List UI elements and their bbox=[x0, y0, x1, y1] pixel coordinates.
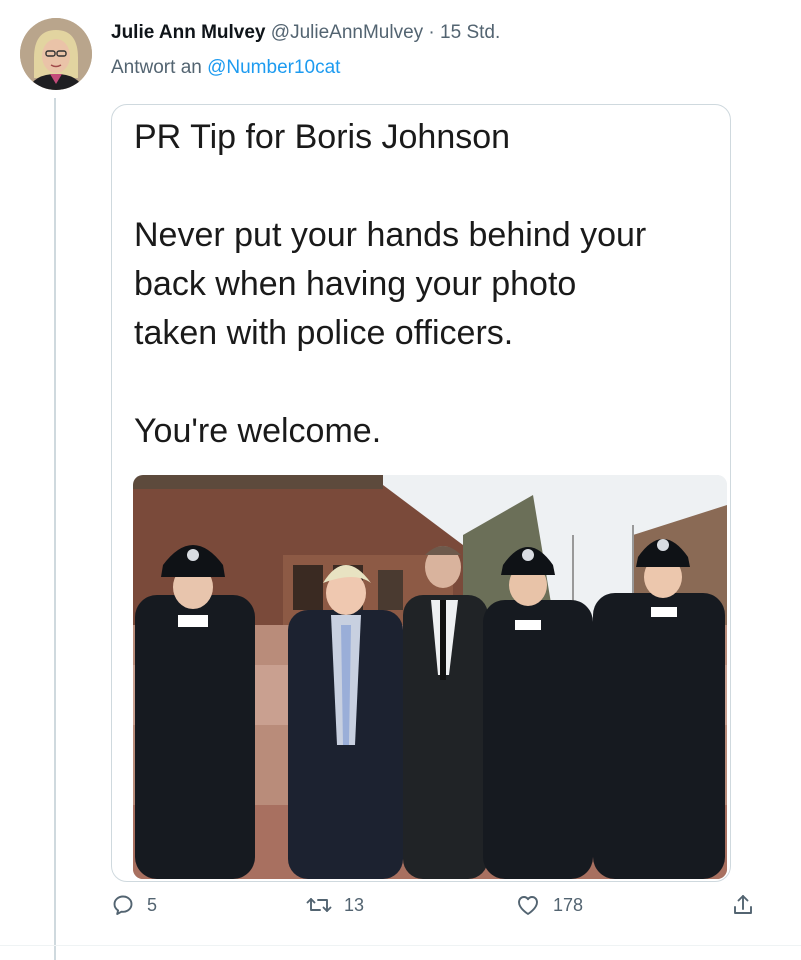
author-handle[interactable]: @JulieAnnMulvey bbox=[271, 22, 423, 43]
retweet-button[interactable]: 13 bbox=[306, 893, 364, 917]
meme-line: You're welcome. bbox=[134, 412, 382, 450]
heart-icon bbox=[518, 896, 538, 915]
meme-text: PR Tip for Boris Johnson Never put your … bbox=[134, 113, 724, 456]
meme-line-gap bbox=[134, 358, 724, 407]
tweet-media[interactable]: PR Tip for Boris Johnson Never put your … bbox=[111, 104, 731, 882]
share-button[interactable] bbox=[731, 893, 755, 917]
meme-line-gap bbox=[134, 162, 724, 211]
police-group-photo bbox=[133, 475, 727, 879]
reply-context: Antwort an @Number10cat bbox=[111, 57, 340, 79]
meme-line: Never put your hands behind your bbox=[134, 216, 647, 254]
meme-line: PR Tip for Boris Johnson bbox=[134, 118, 511, 156]
thread-line bbox=[54, 98, 56, 960]
meme-line: back when having your photo bbox=[134, 265, 577, 303]
divider bbox=[0, 945, 801, 946]
reply-button[interactable]: 5 bbox=[111, 893, 157, 917]
retweet-count: 13 bbox=[344, 894, 365, 915]
like-count: 178 bbox=[553, 894, 584, 915]
avatar[interactable] bbox=[20, 18, 92, 90]
reply-prefix: Antwort an bbox=[111, 57, 202, 78]
tweet-header: Julie Ann Mulvey @JulieAnnMulvey · 15 St… bbox=[111, 22, 500, 44]
retweet-icon bbox=[306, 898, 332, 912]
share-icon bbox=[734, 895, 752, 914]
avatar-image bbox=[20, 18, 92, 90]
man-in-suit-figure bbox=[288, 565, 403, 879]
reply-to-link[interactable]: @Number10cat bbox=[207, 57, 340, 78]
separator-dot: · bbox=[428, 22, 435, 43]
reply-count: 5 bbox=[147, 894, 158, 915]
tweet-actions: 5 13 178 bbox=[0, 893, 801, 933]
author-name[interactable]: Julie Ann Mulvey bbox=[111, 22, 266, 43]
like-button[interactable]: 178 bbox=[515, 893, 583, 917]
tweet-time[interactable]: 15 Std. bbox=[440, 22, 500, 43]
meme-line: taken with police officers. bbox=[134, 314, 514, 352]
reply-icon bbox=[113, 895, 133, 915]
